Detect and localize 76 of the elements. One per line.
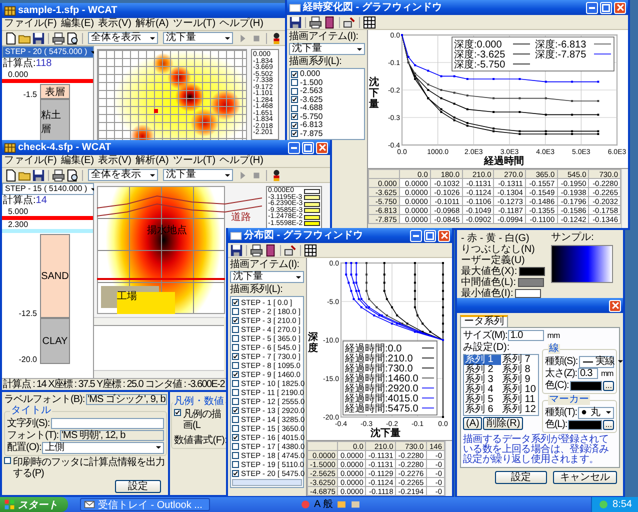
field-label: 種類(T): [545, 408, 577, 418]
legend-label: 経過時間:2920.0 [345, 384, 418, 394]
legend-label: 経過時間:0.0 [345, 344, 402, 354]
field-label: み設定(D): [463, 343, 511, 353]
soil-layer: CLAY [40, 318, 70, 364]
checkbox-label: -5.750 [300, 112, 323, 121]
map-label: 道路 [231, 213, 251, 223]
unit-label: mm [600, 370, 614, 378]
checkbox-label: -3.625 [300, 96, 323, 104]
checkbox-label: -7.875 [300, 130, 323, 138]
level-label: 0.000 [7, 71, 30, 79]
legend-label: 経過時間:210.0 [345, 354, 413, 364]
field-label: 描画系列(L): [230, 284, 284, 295]
legend-label: 深度:-5.750 [454, 60, 506, 70]
legend-label: 深度:-6.813 [535, 40, 586, 50]
axis-label: 沈下量 [370, 428, 402, 440]
note-text: 描画するデータ系列が登録されている数を上回る場合は、登録済み設定が繰り返し使用されます。 [463, 435, 610, 465]
window-title: 経時変化図 - グラフウィンドウ [303, 2, 443, 14]
field-label: 配置(O): [7, 442, 42, 452]
soil-layer: SAND [40, 234, 70, 318]
window-title: 分布図 - グラフウィンドウ [244, 230, 364, 242]
depth-label: -1.5 [23, 91, 37, 99]
field-label: 描画アイテム(I): [289, 31, 360, 42]
point-label: 計算点: [3, 58, 36, 69]
legend-label: 経過時間:1460.0 [345, 374, 418, 384]
checkbox-label: 0.000 [300, 70, 320, 78]
clock: 8:54 [612, 500, 632, 510]
level-label: 5.000 [7, 208, 30, 216]
checkbox-label: 印刷時のフッタに計算点情報を出力する(P) [13, 457, 166, 479]
checkbox-label: -2.563 [300, 87, 323, 96]
axis-label: 沈下量 [369, 76, 379, 110]
soil-layer: 表層 [40, 84, 70, 99]
window-title: sample-1.sfp - WCAT [18, 4, 118, 16]
depth-label: -12.5 [18, 310, 37, 318]
legend-label: 経過時間:730.0 [345, 364, 413, 374]
group-label: 線 [548, 344, 560, 354]
field-label: 太さ(Z): [545, 368, 577, 378]
field-label: 色(L): [545, 420, 568, 430]
field-label: 数値書式(F): [174, 436, 228, 446]
checkbox-label: -1.500 [300, 78, 323, 87]
field-label: 描画アイテム(I): [230, 259, 300, 270]
legend-label: 深度:-3.625 [454, 50, 506, 60]
group-label: タイトル [10, 406, 52, 416]
field-label: サンプル: [551, 233, 595, 243]
field-label: 最大値色(X): [461, 266, 518, 276]
legend-label: 経過時間:5475.0 [345, 404, 418, 414]
status-text: X座標 : 37.5 [48, 379, 95, 390]
unit-label: mm [547, 332, 560, 340]
field-label: サイズ(M): [463, 330, 508, 340]
field-label: ラベルフォント(B): [4, 394, 85, 404]
checkbox-label: -6.813 [300, 121, 323, 130]
legend-label: 経過時間:4015.0 [345, 394, 418, 404]
checkbox-label: -4.688 [300, 104, 323, 112]
field-label: 色(C): [545, 380, 569, 390]
legend-label: 深度:0.000 [454, 40, 502, 50]
point-value: 118 [36, 58, 52, 69]
status-text: Y座標 : 25.0 [96, 379, 143, 390]
level-label: 2.300 [7, 221, 30, 229]
axis-label: 経過時間 [482, 156, 525, 168]
axis-label: 深度 [308, 332, 318, 354]
legend-label: 深度:-7.875 [535, 50, 586, 60]
point-label: 計算点: [3, 195, 36, 206]
field-label: 最小値色(I): [461, 288, 514, 298]
depth-label: -20.0 [18, 356, 37, 364]
group-label: 凡例・数値 [173, 397, 225, 407]
point-value: 14 [36, 195, 47, 206]
status-text: コンタ値 : -3.600E-2 [145, 379, 224, 390]
checkbox-label: 凡例の描画(L [183, 409, 222, 431]
map-label: 工場 [117, 292, 175, 314]
field-label: 種類(S): [545, 356, 578, 366]
field-label: 描画系列(L): [289, 56, 343, 67]
status-text: 計算点 : 14 [3, 379, 46, 390]
field-label: 文字列(S): [7, 418, 50, 428]
field-label: 中間値色(L): [461, 278, 516, 288]
group-label: マーカー [548, 395, 590, 405]
field-label: フォント(T): [7, 430, 59, 440]
